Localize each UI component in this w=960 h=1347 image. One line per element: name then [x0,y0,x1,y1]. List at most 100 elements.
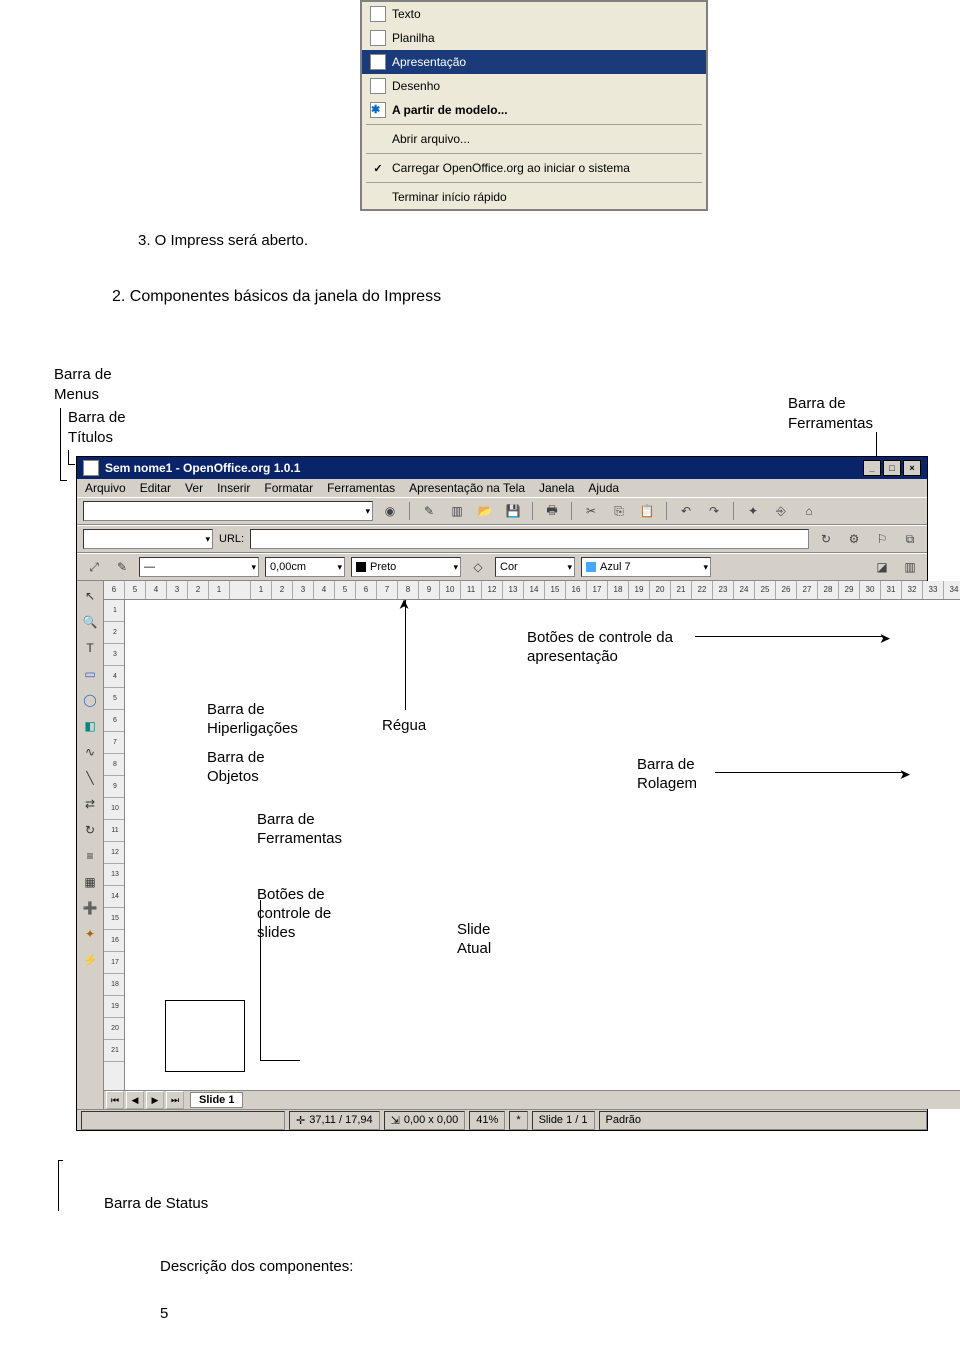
hyperlink-bar: URL: ↻ ⚙ ⚐ ⧉ [77,525,927,553]
next-slide-button[interactable]: ▶ [146,1091,164,1109]
line-style-icon[interactable]: ✎ [111,556,133,578]
menu-item-texto[interactable]: Texto [362,2,706,26]
label-barra-rolagem: Barra de Rolagem [635,755,699,793]
arrow-edit-icon[interactable]: ⤢ [83,556,105,578]
last-slide-button[interactable]: ⏭ [166,1091,184,1109]
object3d-icon[interactable]: ◧ [79,715,101,737]
fill-color-dropdown[interactable]: Azul 7 [581,557,711,577]
menu-item-terminar[interactable]: Terminar início rápido [362,185,706,209]
gallery-icon[interactable]: ⌂ [798,500,820,522]
redo-icon[interactable]: ↷ [703,500,725,522]
link-icon[interactable]: ⚙ [843,528,865,550]
menu-item-planilha[interactable]: Planilha [362,26,706,50]
minimize-button[interactable]: _ [863,460,881,476]
separator [409,502,410,520]
menu-separator [366,182,702,183]
save-icon[interactable]: 💾 [502,500,524,522]
horizontal-scrollbar[interactable] [249,1093,960,1107]
menu-item-label: Apresentação [392,55,466,69]
effects-icon[interactable]: ✦ [79,923,101,945]
fill-icon[interactable]: ◇ [467,556,489,578]
close-button[interactable]: × [903,460,921,476]
stop-icon[interactable]: ◉ [379,500,401,522]
horizontal-ruler[interactable]: 6543211234567891011121314151617181920212… [104,581,960,600]
slide-canvas[interactable]: Botões de controle da apresentação ➤ Bar… [125,600,960,1090]
align-icon[interactable]: ≡ [79,845,101,867]
first-slide-button[interactable]: ⏮ [106,1091,124,1109]
menu-item-label: Abrir arquivo... [392,132,470,146]
line-icon[interactable]: ╲ [79,767,101,789]
menu-separator [366,153,702,154]
check-icon: ✓ [370,160,386,176]
quickstart-menu: Texto Planilha Apresentação Desenho ✱A p… [360,0,708,211]
menu-formatar[interactable]: Formatar [264,481,313,495]
paste-icon[interactable]: 📋 [636,500,658,522]
menu-item-apresentacao[interactable]: Apresentação [362,50,706,74]
text-icon[interactable]: T [79,637,101,659]
maximize-button[interactable]: □ [883,460,901,476]
menu-ver[interactable]: Ver [185,481,203,495]
cut-icon[interactable]: ✂ [580,500,602,522]
open-icon[interactable]: 📂 [474,500,496,522]
leader-line [260,900,261,1060]
url-input[interactable] [250,529,809,549]
menu-item-desenho[interactable]: Desenho [362,74,706,98]
print-icon[interactable]: 🖶 [541,500,563,522]
menu-item-label: Carregar OpenOffice.org ao iniciar o sis… [392,161,630,175]
interaction-icon[interactable]: ⚡ [79,949,101,971]
section-heading: 2. Componentes básicos da janela do Impr… [112,288,441,306]
undo-icon[interactable]: ↶ [675,500,697,522]
target-icon[interactable]: ⚐ [871,528,893,550]
edit-icon[interactable]: ✎ [418,500,440,522]
ellipse-icon[interactable]: ◯ [79,689,101,711]
insert-icon[interactable]: ➕ [79,897,101,919]
menu-janela[interactable]: Janela [539,481,574,495]
shadow-icon[interactable]: ◪ [871,556,893,578]
zoom-icon[interactable]: 🔍 [79,611,101,633]
line-style-dropdown[interactable]: — [139,557,259,577]
menu-item-abrir[interactable]: Abrir arquivo... [362,127,706,151]
menu-ferramentas[interactable]: Ferramentas [327,481,395,495]
label-barra-ferramentas: Barra de Ferramentas [788,394,873,434]
menu-apresentacao[interactable]: Apresentação na Tela [409,481,525,495]
crosshair-icon: ✛ [296,1114,305,1127]
slide-tab[interactable]: Slide 1 [190,1092,243,1108]
label-botoes-slides: Botões de controle de slides [255,885,333,942]
titlebar[interactable]: Sem nome1 - OpenOffice.org 1.0.1 _ □ × [77,457,927,479]
bookmark-icon[interactable]: ⧉ [899,528,921,550]
arrange-icon[interactable]: ▦ [79,871,101,893]
vertical-ruler[interactable]: 123456789101112131415161718192021 [104,600,125,1090]
status-zoom[interactable]: 41% [469,1111,505,1130]
canvas-wrapper: 6543211234567891011121314151617181920212… [104,581,960,1109]
rect-icon[interactable]: ▭ [79,663,101,685]
reload-icon[interactable]: ↻ [815,528,837,550]
navigator-icon[interactable]: ✦ [742,500,764,522]
line-width-dropdown[interactable]: 0,00cm [265,557,345,577]
label-regua: Régua [380,716,428,735]
connector-icon[interactable]: ⇄ [79,793,101,815]
separator [733,502,734,520]
rotate-icon[interactable]: ↻ [79,819,101,841]
props-icon[interactable]: ▥ [899,556,921,578]
label-barra-titulos: Barra de Títulos [68,408,126,448]
menu-editar[interactable]: Editar [140,481,171,495]
new-icon[interactable]: ▥ [446,500,468,522]
style-dropdown[interactable] [83,501,373,521]
line-color-dropdown[interactable]: Preto [351,557,461,577]
copy-icon[interactable]: ⎘ [608,500,630,522]
menu-item-label: A partir de modelo... [392,103,508,117]
menubar[interactable]: Arquivo Editar Ver Inserir Formatar Ferr… [77,479,927,497]
menu-item-modelo[interactable]: ✱A partir de modelo... [362,98,706,122]
select-icon[interactable]: ↖ [79,585,101,607]
hyperlink-icon[interactable]: ⎆ [770,500,792,522]
curve-icon[interactable]: ∿ [79,741,101,763]
menu-ajuda[interactable]: Ajuda [588,481,619,495]
menu-inserir[interactable]: Inserir [217,481,250,495]
menu-item-carregar[interactable]: ✓ Carregar OpenOffice.org ao iniciar o si… [362,156,706,180]
frame-dropdown[interactable] [83,529,213,549]
prev-slide-button[interactable]: ◀ [126,1091,144,1109]
menu-arquivo[interactable]: Arquivo [85,481,126,495]
menu-item-label: Texto [392,7,421,21]
fill-type-dropdown[interactable]: Cor [495,557,575,577]
sample-rectangle [165,1000,245,1072]
